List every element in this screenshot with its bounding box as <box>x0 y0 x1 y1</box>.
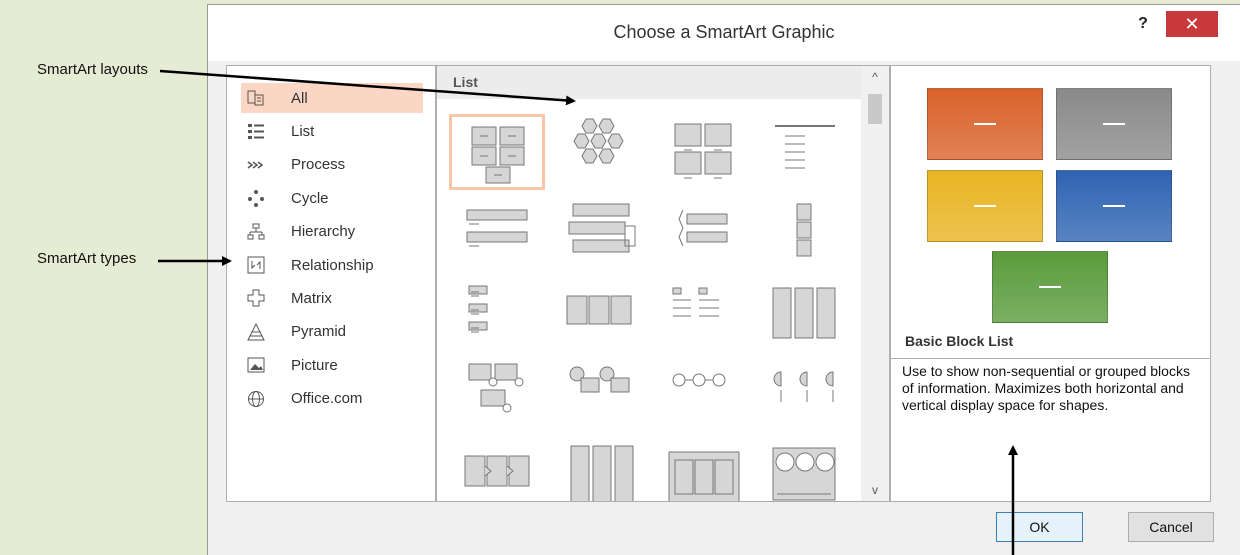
relationship-icon <box>245 254 267 276</box>
type-item-matrix[interactable]: Matrix <box>241 283 423 313</box>
type-list-panel: All List Process Cycle Hierarchy Relationship… <box>226 65 436 502</box>
layout-description: Use to show non-sequential or grouped bl… <box>891 358 1210 501</box>
preview-panel: Basic Block List Use to show non-sequent… <box>890 65 1211 502</box>
type-item-label: Hierarchy <box>291 223 356 241</box>
circle-label-list-thumbnail[interactable] <box>551 360 647 436</box>
half-circle-list-thumbnail[interactable] <box>755 360 851 436</box>
matrix-icon <box>245 287 267 309</box>
type-item-label: All <box>291 89 308 107</box>
type-item-label: Matrix <box>291 289 332 307</box>
grouped-blocks-thumbnail[interactable] <box>653 114 749 190</box>
lined-list-thumbnail[interactable] <box>755 114 851 190</box>
all-icon <box>245 87 267 109</box>
hexagon-cluster-thumbnail[interactable] <box>551 114 647 190</box>
horizontal-bullet-list-thumbnail[interactable] <box>551 278 647 354</box>
smartart-dialog: Choose a SmartArt Graphic ? ✕ All List Pro… <box>207 4 1240 555</box>
bracket-list-thumbnail[interactable] <box>653 196 749 272</box>
stacked-list-thumbnail[interactable] <box>551 196 647 272</box>
placeholder-dash <box>1103 123 1125 125</box>
process-icon <box>245 154 267 176</box>
type-item-label: Process <box>291 156 346 174</box>
type-item-label: Picture <box>291 356 338 374</box>
picture-caption-list-thumbnail[interactable] <box>449 360 545 436</box>
chevron-list-thumbnail[interactable] <box>449 442 545 501</box>
circle-column-thumbnail[interactable] <box>755 442 851 501</box>
dialog-title: Choose a SmartArt Graphic <box>613 22 835 42</box>
cycle-icon <box>245 187 267 209</box>
preview-block-yellow <box>927 170 1043 242</box>
type-item-all[interactable]: All <box>241 83 423 113</box>
pyramid-icon <box>245 321 267 343</box>
close-button[interactable]: ✕ <box>1166 11 1218 37</box>
preview-block-green <box>992 251 1108 323</box>
type-item-pyramid[interactable]: Pyramid <box>241 317 423 347</box>
title-bar: Choose a SmartArt Graphic ? ✕ <box>208 5 1240 61</box>
type-item-cycle[interactable]: Cycle <box>241 183 423 213</box>
help-button[interactable]: ? <box>1130 13 1156 35</box>
basic-block-list-thumbnail[interactable] <box>449 114 545 190</box>
scroll-down-button[interactable]: v <box>861 479 889 501</box>
type-item-relationship[interactable]: Relationship <box>241 250 423 280</box>
type-item-label: Relationship <box>291 256 374 274</box>
stacked-column-thumbnail[interactable] <box>551 442 647 501</box>
table-list-thumbnail[interactable] <box>653 278 749 354</box>
type-item-picture[interactable]: Picture <box>241 350 423 380</box>
type-item-office-com[interactable]: Office.com <box>241 384 423 414</box>
type-item-list[interactable]: List <box>241 116 423 146</box>
type-item-label: Pyramid <box>291 323 347 341</box>
globe-icon <box>245 388 267 410</box>
horizontal-table-thumbnail[interactable] <box>653 442 749 501</box>
cancel-button[interactable]: Cancel <box>1128 512 1214 542</box>
gallery-scrollbar[interactable]: ^ v <box>861 66 889 501</box>
type-item-process[interactable]: Process <box>241 150 423 180</box>
preview-block-orange <box>927 88 1043 160</box>
callout-smartart-layouts: SmartArt layouts <box>37 61 148 78</box>
placeholder-dash <box>1039 286 1061 288</box>
layout-name: Basic Block List <box>905 333 1014 349</box>
preview-block-gray <box>1056 88 1172 160</box>
placeholder-dash <box>974 123 996 125</box>
type-item-hierarchy[interactable]: Hierarchy <box>241 217 423 247</box>
picture-icon <box>245 354 267 376</box>
list-icon <box>245 120 267 142</box>
vertical-bullet-list-thumbnail[interactable] <box>449 196 545 272</box>
hierarchy-icon <box>245 221 267 243</box>
placeholder-dash <box>1103 205 1125 207</box>
layout-category-header: List <box>437 66 861 99</box>
pillar-list-thumbnail[interactable] <box>755 278 851 354</box>
type-item-label: List <box>291 122 315 140</box>
callout-smartart-types: SmartArt types <box>37 250 137 267</box>
ok-button[interactable]: OK <box>996 512 1083 542</box>
layout-gallery-panel: List ^ v <box>436 65 890 502</box>
type-item-label: Cycle <box>291 189 329 207</box>
vertical-box-list-thumbnail[interactable] <box>755 196 851 272</box>
vertical-bullet-small-thumbnail[interactable] <box>449 278 545 354</box>
preview-block-blue <box>1056 170 1172 242</box>
type-item-label: Office.com <box>291 390 363 408</box>
scroll-thumb[interactable] <box>868 94 882 124</box>
circle-process-thumbnail[interactable] <box>653 360 749 436</box>
placeholder-dash <box>974 205 996 207</box>
scroll-up-button[interactable]: ^ <box>861 66 889 88</box>
